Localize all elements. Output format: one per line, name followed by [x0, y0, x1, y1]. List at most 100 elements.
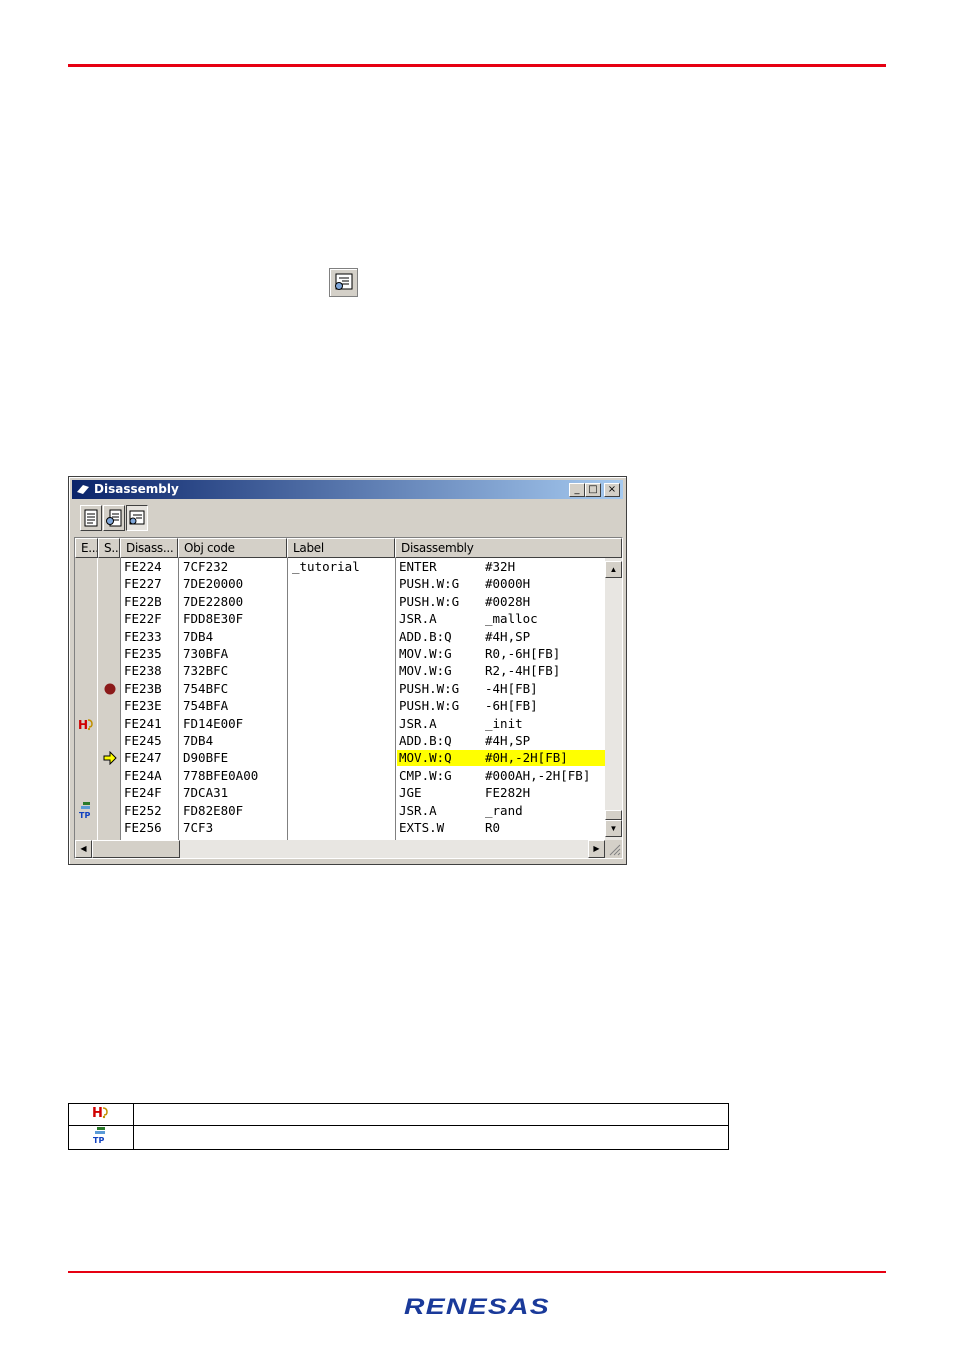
- svg-text:H: H: [78, 718, 88, 731]
- legend-row: H: [68, 1103, 729, 1126]
- vertical-scrollbar[interactable]: ▲ ▼: [605, 558, 622, 840]
- column-address[interactable]: Disass...: [120, 538, 178, 558]
- legend-icon-cell: H: [68, 1103, 134, 1126]
- obj-code-cell: 7CF3: [183, 820, 214, 835]
- legend-text: [133, 1103, 729, 1126]
- address-cell: FE235: [124, 646, 162, 661]
- disassembly-row[interactable]: FE245 7DB4 ADD.B:Q #4H,SP: [75, 732, 605, 749]
- minimize-button[interactable]: _: [569, 483, 585, 497]
- column-event[interactable]: E...: [75, 538, 98, 558]
- disassembly-row[interactable]: FE247 D90BFE MOV.W:Q #0H,-2H[FB]: [75, 749, 605, 767]
- legend-icon-cell: TP: [68, 1125, 134, 1150]
- mnemonic-cell: ADD.B:Q: [399, 628, 452, 644]
- operand-cell: #000AH,-2H[FB]: [485, 767, 591, 783]
- mnemonic-cell: PUSH.W:G: [399, 698, 460, 714]
- operand-cell: R0: [485, 820, 501, 835]
- address-cell: FE247: [124, 750, 162, 766]
- disassembly-row[interactable]: FE24F 7DCA31 JGE FE282H: [75, 784, 605, 801]
- breakpoint-icon[interactable]: [103, 682, 117, 696]
- mnemonic-cell: EXTS.W: [399, 820, 445, 835]
- address-cell: FE245: [124, 733, 162, 748]
- address-cell: FE22F: [124, 611, 162, 627]
- scroll-thumb[interactable]: [605, 810, 622, 820]
- disassembly-row[interactable]: FE23E 754BFA PUSH.W:G -6H[FB]: [75, 697, 605, 714]
- operand-cell: R0,-6H[FB]: [485, 646, 561, 661]
- disassembly-row[interactable]: FE227 7DE20000 PUSH.W:G #0000H: [75, 575, 605, 592]
- address-cell: FE238: [124, 663, 162, 679]
- source-view-icon: [84, 509, 98, 527]
- legend-row: TP: [68, 1125, 729, 1150]
- mixed-view-button[interactable]: [103, 505, 125, 531]
- obj-code-cell: 7DE22800: [183, 593, 244, 609]
- mnemonic-cell: JSR.A: [399, 715, 437, 731]
- address-cell: FE227: [124, 576, 162, 592]
- obj-code-cell: FD14E00F: [183, 715, 244, 731]
- disassembly-row[interactable]: FE22F FDD8E30F JSR.A _malloc: [75, 610, 605, 627]
- disassembly-window-icon: [77, 485, 89, 494]
- disassembly-row[interactable]: FE235 730BFA MOV.W:G R0,-6H[FB]: [75, 645, 605, 662]
- operand-cell: -4H[FB]: [485, 680, 538, 696]
- mnemonic-cell: ENTER: [399, 559, 437, 574]
- column-obj-code[interactable]: Obj code: [178, 538, 287, 558]
- disassembly-row[interactable]: FE233 7DB4 ADD.B:Q #4H,SP: [75, 628, 605, 645]
- legend-table: H TP: [68, 1103, 729, 1150]
- disassembly-view-icon: [129, 510, 145, 525]
- title-bar[interactable]: Disassembly _ □ ×: [72, 480, 623, 499]
- trace-point-icon[interactable]: TP: [78, 801, 96, 820]
- obj-code-cell: FDD8E30F: [183, 611, 244, 627]
- close-button[interactable]: ×: [604, 483, 620, 497]
- disassembly-rows: FE224 7CF232 _tutorial ENTER #32H FE227 7DE200…: [75, 558, 605, 840]
- column-disassembly[interactable]: Disassembly: [395, 538, 622, 558]
- address-cell: FE24F: [124, 785, 162, 801]
- obj-code-cell: 754BFA: [183, 698, 229, 714]
- mnemonic-cell: JSR.A: [399, 802, 437, 818]
- obj-code-cell: 7DB4: [183, 733, 214, 748]
- hardware-break-icon[interactable]: H: [78, 716, 96, 731]
- disassembly-row[interactable]: FE224 7CF232 _tutorial ENTER #32H: [75, 558, 605, 575]
- disassembly-row[interactable]: FE256 7CF3 EXTS.W R0: [75, 819, 605, 836]
- operand-cell: #0000H: [485, 576, 531, 592]
- mnemonic-cell: MOV.W:G: [399, 663, 452, 679]
- obj-code-cell: 778BFE0A00: [183, 767, 259, 783]
- obj-code-cell: 7DE20000: [183, 576, 244, 592]
- scroll-right-button[interactable]: ▶: [588, 840, 605, 858]
- operand-cell: _malloc: [485, 611, 538, 627]
- operand-cell: #32H: [485, 559, 516, 574]
- disassembly-row[interactable]: FE238 732BFC MOV.W:G R2,-4H[FB]: [75, 662, 605, 679]
- source-view-button[interactable]: [80, 505, 102, 531]
- operand-cell: _init: [485, 715, 523, 731]
- scroll-down-button[interactable]: ▼: [605, 820, 622, 837]
- disassembly-row[interactable]: FE24A 778BFE0A00 CMP.W:G #000AH,-2H[FB]: [75, 767, 605, 784]
- horizontal-scroll-thumb[interactable]: [92, 840, 180, 858]
- column-label[interactable]: Label: [287, 538, 395, 558]
- footer-rule: [68, 1271, 886, 1273]
- operand-cell: #4H,SP: [485, 733, 531, 748]
- disassembly-row[interactable]: FE22B 7DE22800 PUSH.W:G #0028H: [75, 593, 605, 610]
- disassembly-view-button[interactable]: [126, 505, 148, 531]
- resize-grip[interactable]: [605, 840, 622, 858]
- obj-code-cell: D90BFE: [183, 750, 229, 766]
- address-cell: FE23E: [124, 698, 162, 714]
- column-software-break[interactable]: S..: [98, 538, 120, 558]
- mnemonic-cell: JGE: [399, 785, 422, 801]
- scroll-left-button[interactable]: ◀: [75, 840, 92, 858]
- window-title: Disassembly: [94, 482, 179, 496]
- svg-text:TP: TP: [93, 1136, 104, 1144]
- disassembly-row[interactable]: FE23B 754BFC PUSH.W:G -4H[FB]: [75, 680, 605, 697]
- scroll-up-button[interactable]: ▲: [605, 561, 622, 578]
- disassembly-row[interactable]: FE252 FD82E80F JSR.A _rand TP: [75, 801, 605, 820]
- operand-cell: #0H,-2H[FB]: [485, 750, 568, 766]
- disassembly-row[interactable]: FE241 FD14E00F JSR.A _init H: [75, 715, 605, 732]
- address-cell: FE233: [124, 628, 162, 644]
- mnemonic-cell: PUSH.W:G: [399, 593, 460, 609]
- operand-cell: -6H[FB]: [485, 698, 538, 714]
- mixed-view-icon: [106, 509, 122, 527]
- mnemonic-cell: CMP.W:G: [399, 767, 452, 783]
- address-cell: FE22B: [124, 593, 162, 609]
- mnemonic-cell: PUSH.W:G: [399, 576, 460, 592]
- obj-code-cell: 730BFA: [183, 646, 229, 661]
- mnemonic-cell: ADD.B:Q: [399, 733, 452, 748]
- maximize-button[interactable]: □: [585, 483, 601, 497]
- horizontal-scrollbar[interactable]: ◀ ▶: [75, 840, 605, 858]
- disassembly-grid: E... S.. Disass... Obj code Label Disass…: [74, 537, 623, 859]
